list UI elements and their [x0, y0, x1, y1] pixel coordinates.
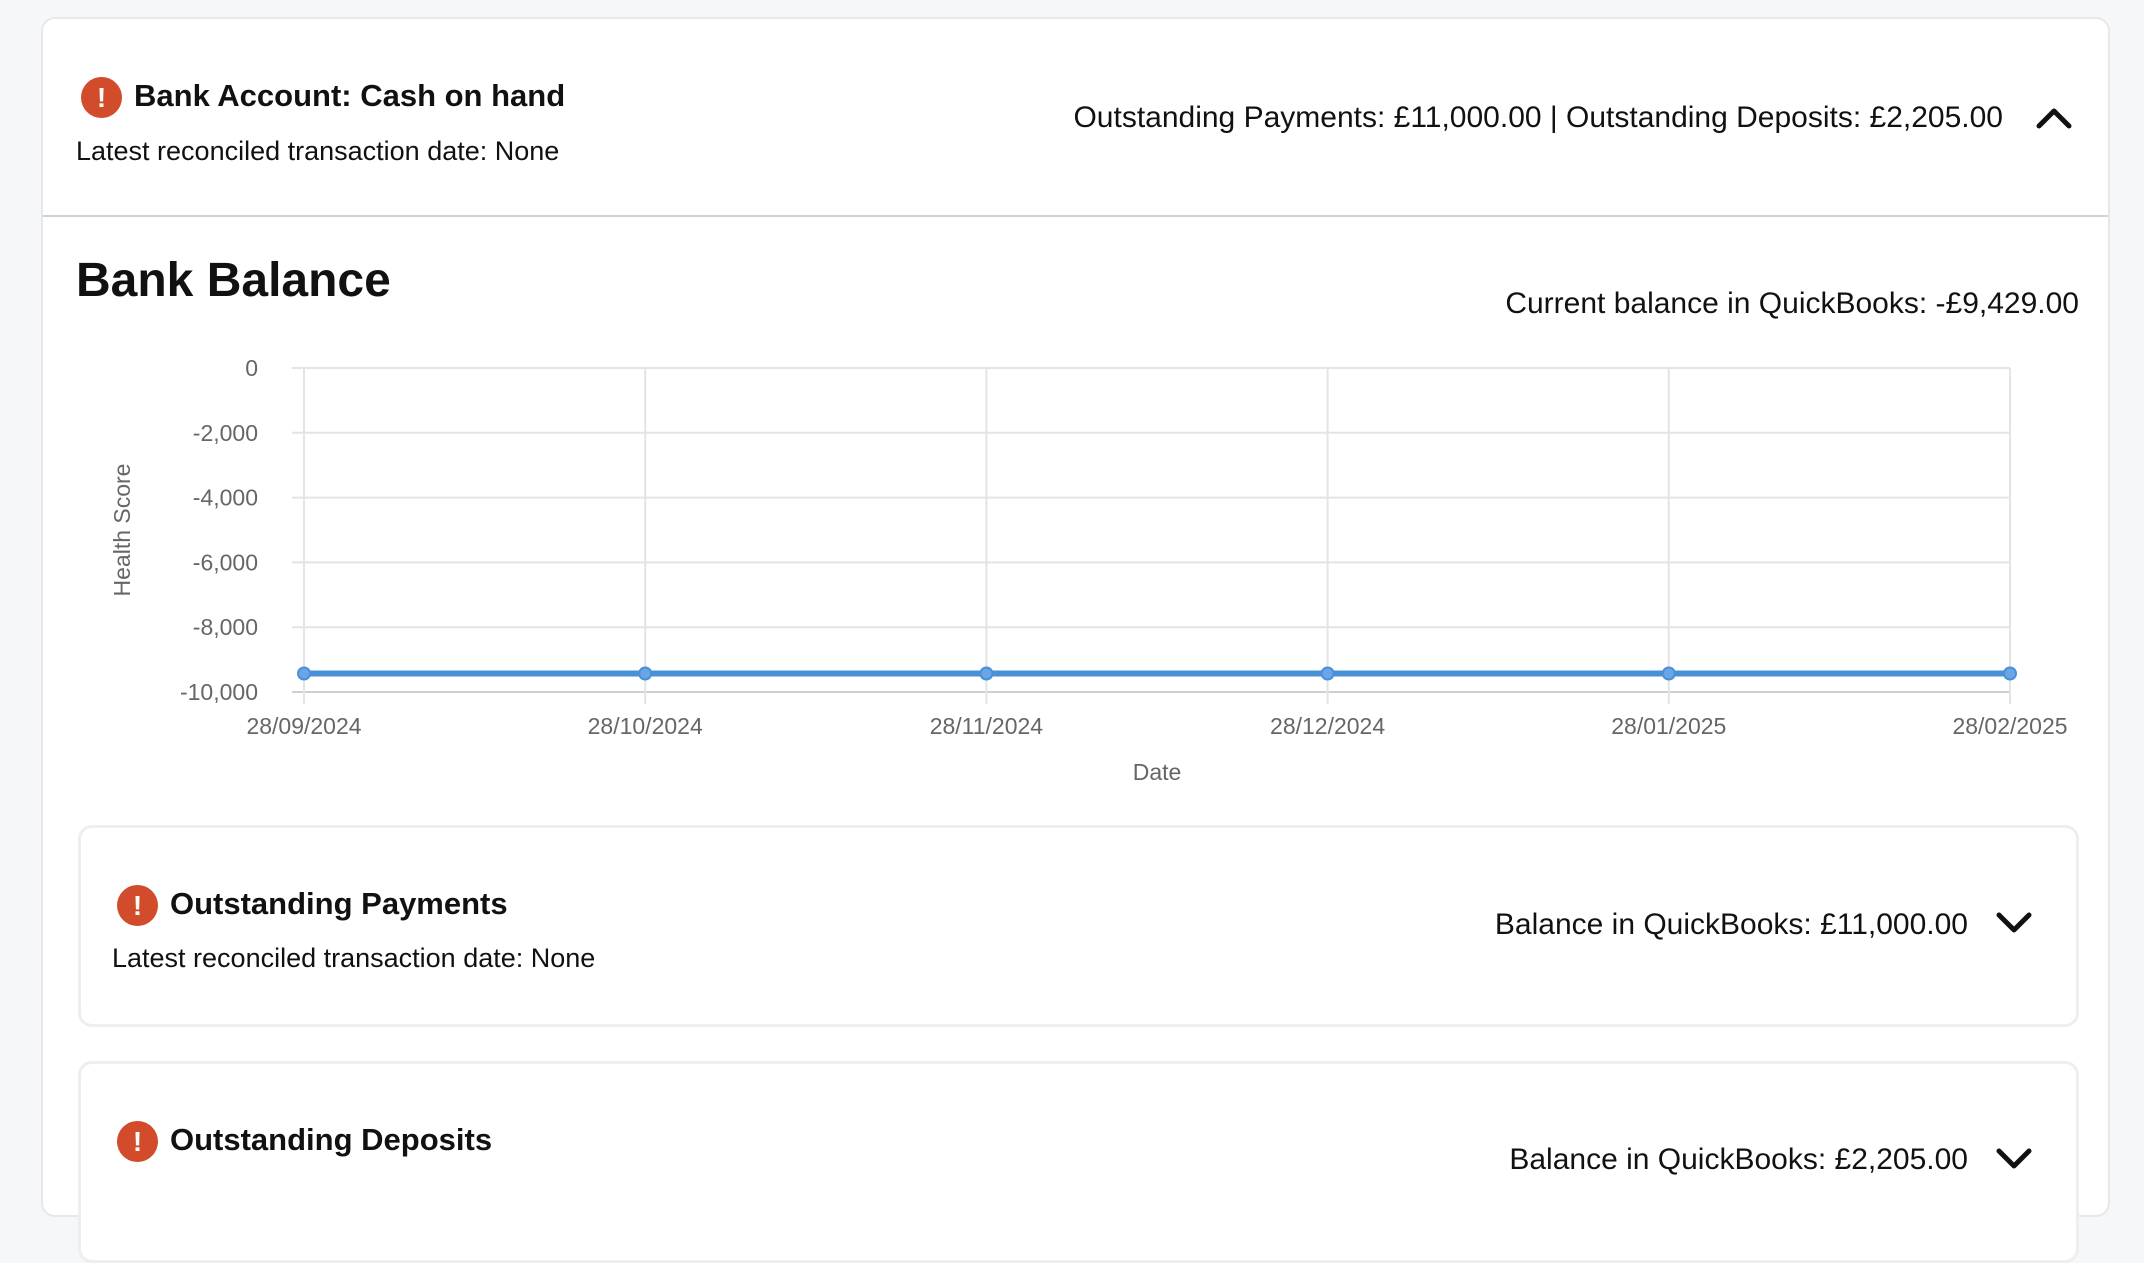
x-tick-label: 28/09/2024 [246, 713, 361, 739]
y-tick-label: -8,000 [193, 614, 258, 640]
y-tick-label: -6,000 [193, 549, 258, 575]
outstanding-payments-balance: Balance in QuickBooks: £11,000.00 [1494, 908, 1968, 941]
outstanding-deposits-balance: Balance in QuickBooks: £2,205.00 [1509, 1143, 1968, 1176]
y-axis-label: Health Score [109, 464, 135, 597]
outstanding-payments-card[interactable]: ! Outstanding Payments Latest reconciled… [78, 825, 2079, 1027]
outstanding-deposits-title: Outstanding Deposits [170, 1122, 493, 1157]
outstanding-payments-reconciled: Latest reconciled transaction date: None [112, 943, 596, 973]
chevron-down-icon[interactable] [1996, 912, 2032, 936]
x-axis-label: Date [1133, 759, 1182, 785]
outstanding-deposits-card[interactable]: ! Outstanding Deposits Balance in QuickB… [78, 1061, 2079, 1263]
data-point[interactable] [2003, 666, 2017, 681]
bank-balance-chart: 0 -2,000 -4,000 -6,000 -8,000 -10,000 28/09/2… [109, 355, 2068, 785]
x-tick-label: 28/11/2024 [930, 713, 1044, 739]
x-tick-label: 28/12/2024 [1270, 713, 1385, 739]
data-point[interactable] [638, 666, 653, 681]
x-tick-label: 28/10/2024 [588, 713, 703, 739]
x-tick-label: 28/01/2025 [1611, 713, 1726, 739]
data-point[interactable] [297, 666, 311, 681]
outstanding-payments-title: Outstanding Payments [170, 886, 508, 921]
y-tick-label: -2,000 [193, 420, 258, 446]
alert-icon: ! [117, 1121, 158, 1162]
data-point[interactable] [979, 666, 994, 681]
bank-account-card: ! Bank Account: Cash on hand Latest reco… [41, 17, 2110, 1263]
y-tick-label: -4,000 [193, 485, 258, 511]
data-point[interactable] [1661, 666, 1676, 681]
x-tick-label: 28/02/2025 [1952, 713, 2067, 739]
y-tick-label: -10,000 [180, 679, 258, 705]
data-point[interactable] [1320, 666, 1335, 681]
alert-icon: ! [117, 885, 158, 926]
y-tick-label: 0 [245, 355, 258, 381]
chevron-down-icon[interactable] [1996, 1148, 2032, 1172]
